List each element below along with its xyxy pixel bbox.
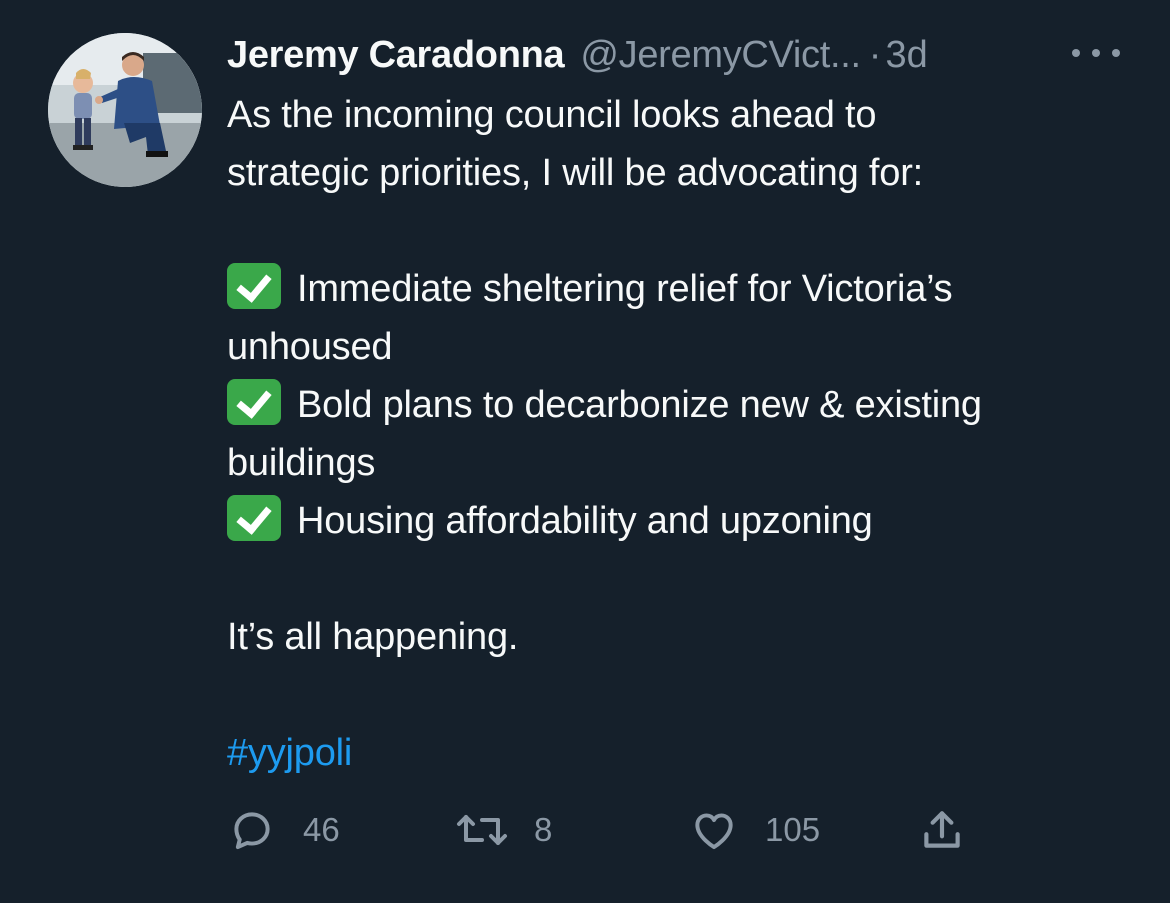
user-handle[interactable]: @JeremyCVict...	[580, 34, 861, 77]
tweet-text: As the incoming council looks ahead to s…	[227, 86, 1132, 782]
list-item: Housing affordability and upzoning	[227, 492, 1132, 550]
tweet-line: It’s all happening.	[227, 616, 519, 658]
tweet-actions: 46 8 105	[227, 800, 1127, 860]
retweet-button[interactable]: 8	[454, 800, 552, 860]
tweet-line: unhoused	[227, 326, 393, 368]
reply-button[interactable]: 46	[227, 800, 340, 860]
check-mark-icon	[227, 379, 281, 425]
retweet-count: 8	[534, 811, 553, 848]
share-button[interactable]	[917, 800, 967, 860]
display-name[interactable]: Jeremy Caradonna	[227, 34, 565, 77]
hashtag-link[interactable]: #yyjpoli	[227, 732, 352, 774]
tweet-line: buildings	[227, 442, 376, 484]
list-item-text: Bold plans to decarbonize new & existing	[297, 384, 982, 426]
heart-icon	[695, 813, 733, 850]
reply-count: 46	[303, 811, 340, 848]
list-item: Immediate sheltering relief for Victoria…	[227, 260, 1132, 318]
tweet[interactable]: Jeremy Caradonna @JeremyCVict... · 3d As…	[0, 0, 1170, 903]
retweet-icon	[457, 815, 507, 845]
avatar[interactable]	[48, 33, 202, 187]
check-mark-icon	[227, 495, 281, 541]
share-icon	[924, 811, 960, 848]
timestamp[interactable]: 3d	[885, 34, 927, 77]
check-mark-icon	[227, 263, 281, 309]
tweet-line: As the incoming council looks ahead to	[227, 94, 877, 136]
list-item: Bold plans to decarbonize new & existing	[227, 376, 1132, 434]
reply-icon	[234, 812, 270, 850]
tweet-header: Jeremy Caradonna @JeremyCVict... · 3d	[227, 30, 1127, 80]
like-button[interactable]: 105	[689, 800, 820, 860]
like-count: 105	[765, 811, 821, 848]
list-item-text: Immediate sheltering relief for Victoria…	[297, 268, 953, 310]
separator-dot: ·	[868, 33, 882, 76]
list-item-text: Housing affordability and upzoning	[297, 500, 873, 542]
more-icon[interactable]	[1072, 38, 1120, 68]
tweet-line: strategic priorities, I will be advocati…	[227, 152, 924, 194]
